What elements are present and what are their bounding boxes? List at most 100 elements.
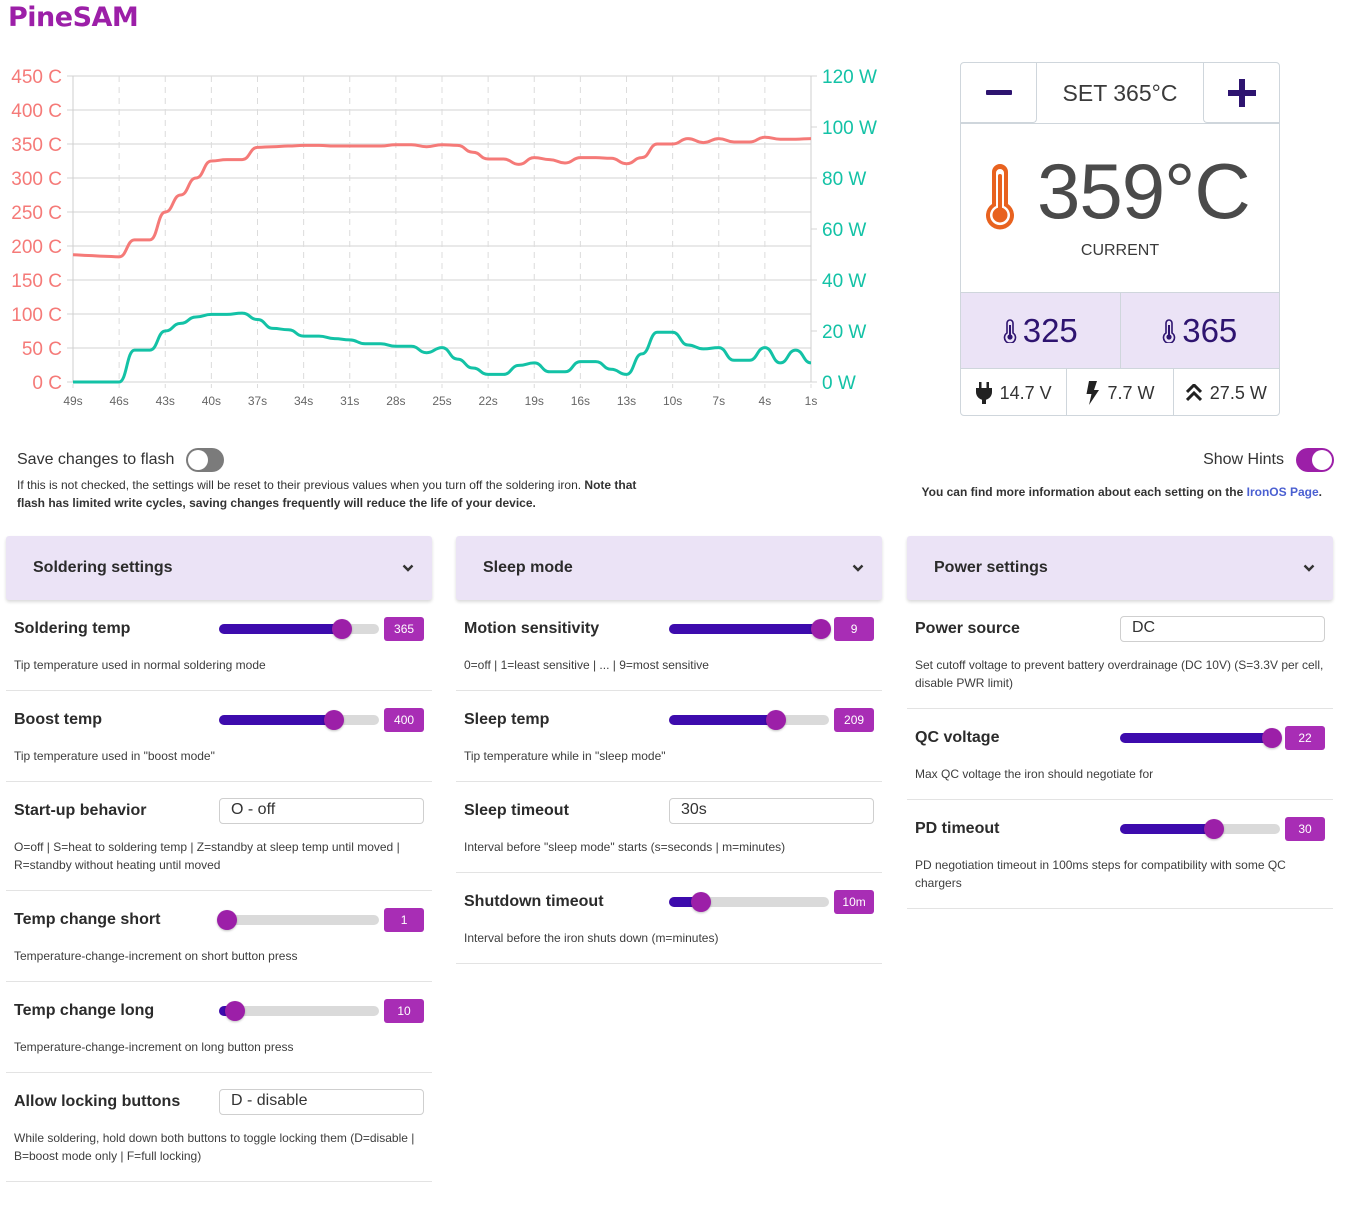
- panel-header[interactable]: Soldering settings: [6, 536, 432, 600]
- setting-name: PD timeout: [915, 820, 1000, 837]
- slider-thumb[interactable]: [216, 910, 237, 930]
- x-tick-label: 25s: [432, 394, 451, 408]
- setting-select[interactable]: 30s: [669, 798, 874, 824]
- setting-description: Temperature-change-increment on short bu…: [14, 949, 298, 963]
- setting-value-badge: 365: [384, 617, 425, 641]
- setting-slider[interactable]: [668, 619, 832, 639]
- setting-value-badge: 30: [1285, 817, 1326, 841]
- x-tick-label: 19s: [525, 394, 544, 408]
- x-tick-label: 28s: [386, 394, 405, 408]
- save-to-flash-toggle[interactable]: [186, 448, 225, 472]
- panel-title: Soldering settings: [33, 559, 173, 576]
- x-tick-label: 7s: [712, 394, 725, 408]
- setting-name: Temp change short: [14, 911, 161, 928]
- set-temp-label: SET 365°C: [1062, 79, 1178, 106]
- setting-name: Sleep temp: [464, 711, 550, 728]
- y-right-tick-label: 80 W: [822, 169, 866, 190]
- setting-value-badge: 209: [834, 708, 875, 732]
- setting-select[interactable]: D - disable: [219, 1089, 424, 1115]
- temperature-power-chart: 0 C 50 C 100 C 150 C 200 C 250 C 300 C 350 C 400…: [11, 67, 877, 408]
- y-right-tick-label: 0 W: [822, 373, 856, 394]
- setting-row: Motion sensitivity 9 0=off | 1=least sensi…: [456, 600, 882, 691]
- hints-help: You can find more information about each…: [922, 485, 1323, 499]
- setting-value-badge: 1: [384, 908, 425, 932]
- y-left-tick-label: 250 C: [11, 203, 62, 224]
- chevron-down-icon: [402, 564, 414, 572]
- setting-slider[interactable]: [668, 710, 830, 730]
- setting-slider[interactable]: [218, 710, 380, 730]
- slider-thumb[interactable]: [811, 619, 832, 639]
- save-to-flash-row: Save changes to flash: [17, 448, 225, 472]
- hints-help-text: You can find more information about each…: [921, 485, 1247, 499]
- setting-row: Power source DC Set cutoff voltage to prev…: [907, 600, 1333, 709]
- y-left-tick-label: 300 C: [11, 169, 62, 190]
- slider-thumb[interactable]: [324, 710, 345, 730]
- y-left-tick-label: 50 C: [22, 339, 62, 360]
- temperature-control-card: SET 365°C 359°C CURRENT 325 365 14.7 V 7…: [960, 62, 1280, 416]
- power-stat: 7.7 W: [1066, 369, 1172, 415]
- setting-row: Temp change short 1 Temperature-change-inc…: [6, 891, 432, 982]
- preset-sleep-temp[interactable]: 325: [961, 293, 1120, 368]
- slider-thumb[interactable]: [690, 892, 711, 912]
- slider-thumb[interactable]: [224, 1001, 245, 1021]
- max-power-stat: 27.5 W: [1172, 369, 1279, 415]
- increase-temp-button[interactable]: [1203, 63, 1279, 123]
- setting-name: Start-up behavior: [14, 802, 147, 819]
- y-left-tick-label: 450 C: [11, 67, 62, 88]
- y-left-tick-label: 400 C: [11, 101, 62, 122]
- setting-slider[interactable]: [218, 1001, 380, 1021]
- setting-row: Sleep temp 209 Tip temperature while in "s…: [456, 691, 882, 782]
- setting-description: While soldering, hold down both buttons …: [14, 1131, 415, 1163]
- setting-slider[interactable]: [1119, 728, 1283, 748]
- y-right-tick-label: 60 W: [822, 220, 866, 241]
- y-left-tick-label: 100 C: [11, 305, 62, 326]
- flash-help-text: If this is not checked, the settings wil…: [17, 478, 585, 492]
- setting-select[interactable]: DC: [1120, 616, 1325, 642]
- setting-row: Temp change long 10 Temperature-change-inc…: [6, 982, 432, 1073]
- setting-slider[interactable]: [216, 910, 380, 930]
- y-left-tick-label: 150 C: [11, 271, 62, 292]
- slider-thumb[interactable]: [766, 710, 787, 730]
- setting-slider[interactable]: [1119, 819, 1281, 839]
- setting-name: Boost temp: [14, 711, 102, 728]
- slider-thumb[interactable]: [332, 619, 353, 639]
- slider-thumb[interactable]: [1204, 819, 1225, 839]
- y-right-tick-label: 120 W: [822, 67, 877, 88]
- x-tick-label: 46s: [109, 394, 128, 408]
- panel-header[interactable]: Power settings: [907, 536, 1333, 600]
- setting-row: PD timeout 30 PD negotiation timeout in 10…: [907, 800, 1333, 909]
- setting-name: Soldering temp: [14, 620, 131, 637]
- decrease-temp-button[interactable]: [961, 63, 1037, 123]
- x-tick-label: 43s: [156, 394, 175, 408]
- setting-value-badge: 400: [384, 708, 425, 732]
- setting-row: Boost temp 400 Tip temperature used in "bo…: [6, 691, 432, 782]
- setting-value-badge: 22: [1285, 726, 1326, 750]
- setting-row: Shutdown timeout 10m Interval before the i…: [456, 873, 882, 964]
- y-right-tick-label: 40 W: [822, 271, 866, 292]
- show-hints-row: Show Hints: [1203, 448, 1334, 472]
- max-power-value: 27.5 W: [1209, 382, 1267, 403]
- app-logo: PineSAM: [8, 2, 139, 33]
- setting-slider[interactable]: [218, 619, 380, 639]
- ironos-page-link[interactable]: IronOS Page: [1247, 485, 1319, 499]
- setting-description: O=off | S=heat to soldering temp | Z=sta…: [14, 840, 400, 872]
- setting-row: Sleep timeout 30s Interval before "sleep m…: [456, 782, 882, 873]
- double-chevron-up-icon: [1185, 384, 1202, 402]
- setting-value-badge: 9: [834, 617, 875, 641]
- panel-title: Sleep mode: [483, 559, 573, 576]
- setting-description: PD negotiation timeout in 100ms steps fo…: [915, 858, 1286, 890]
- show-hints-toggle[interactable]: [1296, 448, 1334, 472]
- preset-soldering-temp[interactable]: 365: [1119, 293, 1280, 368]
- setting-description: Tip temperature used in normal soldering…: [14, 658, 266, 672]
- setting-name: Temp change long: [14, 1002, 155, 1019]
- setting-slider[interactable]: [668, 892, 830, 912]
- setting-name: Sleep timeout: [464, 802, 569, 819]
- setting-description: Max QC voltage the iron should negotiate…: [915, 767, 1154, 781]
- setting-select[interactable]: O - off: [219, 798, 424, 824]
- y-left-tick-label: 200 C: [11, 237, 62, 258]
- panel-header[interactable]: Sleep mode: [456, 536, 882, 600]
- setting-row: Allow locking buttons D - disable While so…: [6, 1073, 432, 1182]
- x-tick-label: 10s: [663, 394, 682, 408]
- setting-description: Tip temperature while in "sleep mode": [464, 749, 666, 763]
- slider-thumb[interactable]: [1262, 728, 1283, 748]
